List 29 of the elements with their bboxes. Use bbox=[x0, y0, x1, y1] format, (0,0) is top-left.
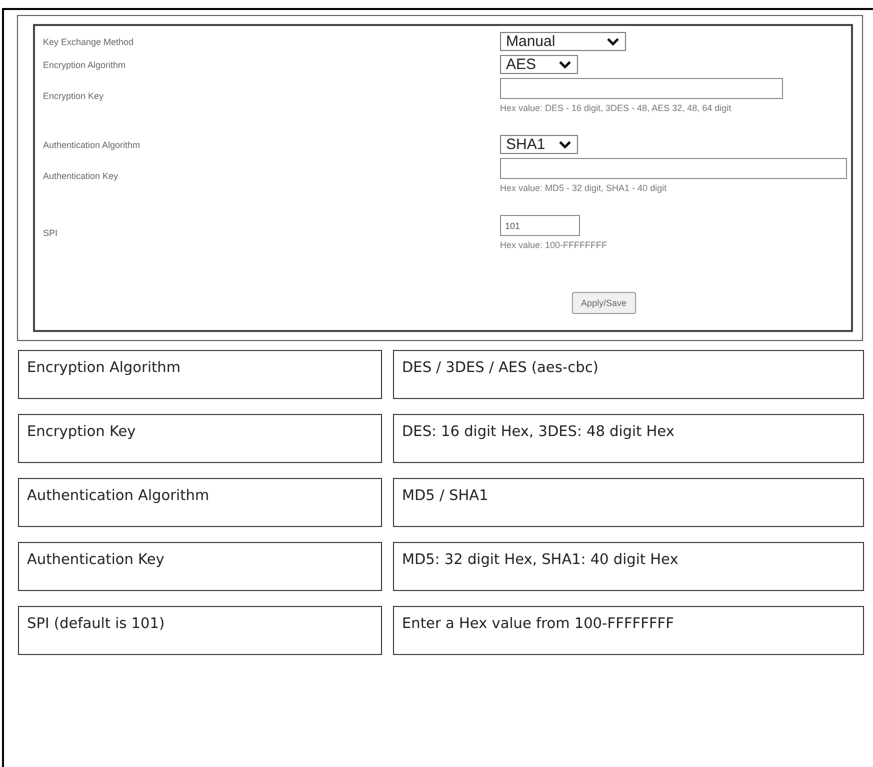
field-label: Key Exchange Method bbox=[43, 36, 135, 46]
table-cell: MD5: 32 digit Hex, SHA1: 40 digit Hex bbox=[393, 542, 864, 591]
field-label: Encryption Algorithm bbox=[43, 60, 127, 70]
table-cell: Encryption Algorithm bbox=[18, 350, 382, 399]
table-cell: DES / 3DES / AES (aes-cbc) bbox=[393, 350, 864, 399]
chevron-down-icon bbox=[559, 140, 571, 148]
input-field[interactable]: 101 bbox=[500, 215, 580, 236]
input-field[interactable] bbox=[500, 158, 847, 179]
field-label: Authentication Key bbox=[43, 170, 120, 180]
hint-text: Hex value: MD5 - 32 digit, SHA1 - 40 digit bbox=[500, 183, 667, 193]
field-label: Authentication Algorithm bbox=[43, 140, 142, 150]
table-cell: Authentication Algorithm bbox=[18, 478, 382, 527]
hint-text: Hex value: DES - 16 digit, 3DES - 48, AES 32, 48, 64 digit bbox=[500, 103, 732, 113]
table-cell: Enter a Hex value from 100-FFFFFFFF bbox=[393, 606, 864, 655]
table-cell: MD5 / SHA1 bbox=[393, 478, 864, 527]
dropdown[interactable]: AES bbox=[500, 55, 578, 74]
dropdown[interactable]: Manual bbox=[500, 32, 626, 51]
table-cell: SPI (default is 101) bbox=[18, 606, 382, 655]
table-cell: Authentication Key bbox=[18, 542, 382, 591]
dropdown[interactable]: SHA1 bbox=[500, 135, 578, 154]
apply-save-button[interactable]: Apply/Save bbox=[572, 292, 636, 314]
field-label: SPI bbox=[43, 228, 59, 238]
field-label: Encryption Key bbox=[43, 90, 105, 100]
input-field[interactable] bbox=[500, 78, 783, 99]
hint-text: Hex value: 100-FFFFFFFF bbox=[500, 240, 608, 250]
chevron-down-icon bbox=[559, 60, 571, 68]
chevron-down-icon bbox=[607, 38, 619, 46]
table-cell: Encryption Key bbox=[18, 414, 382, 463]
table-cell: DES: 16 digit Hex, 3DES: 48 digit Hex bbox=[393, 414, 864, 463]
